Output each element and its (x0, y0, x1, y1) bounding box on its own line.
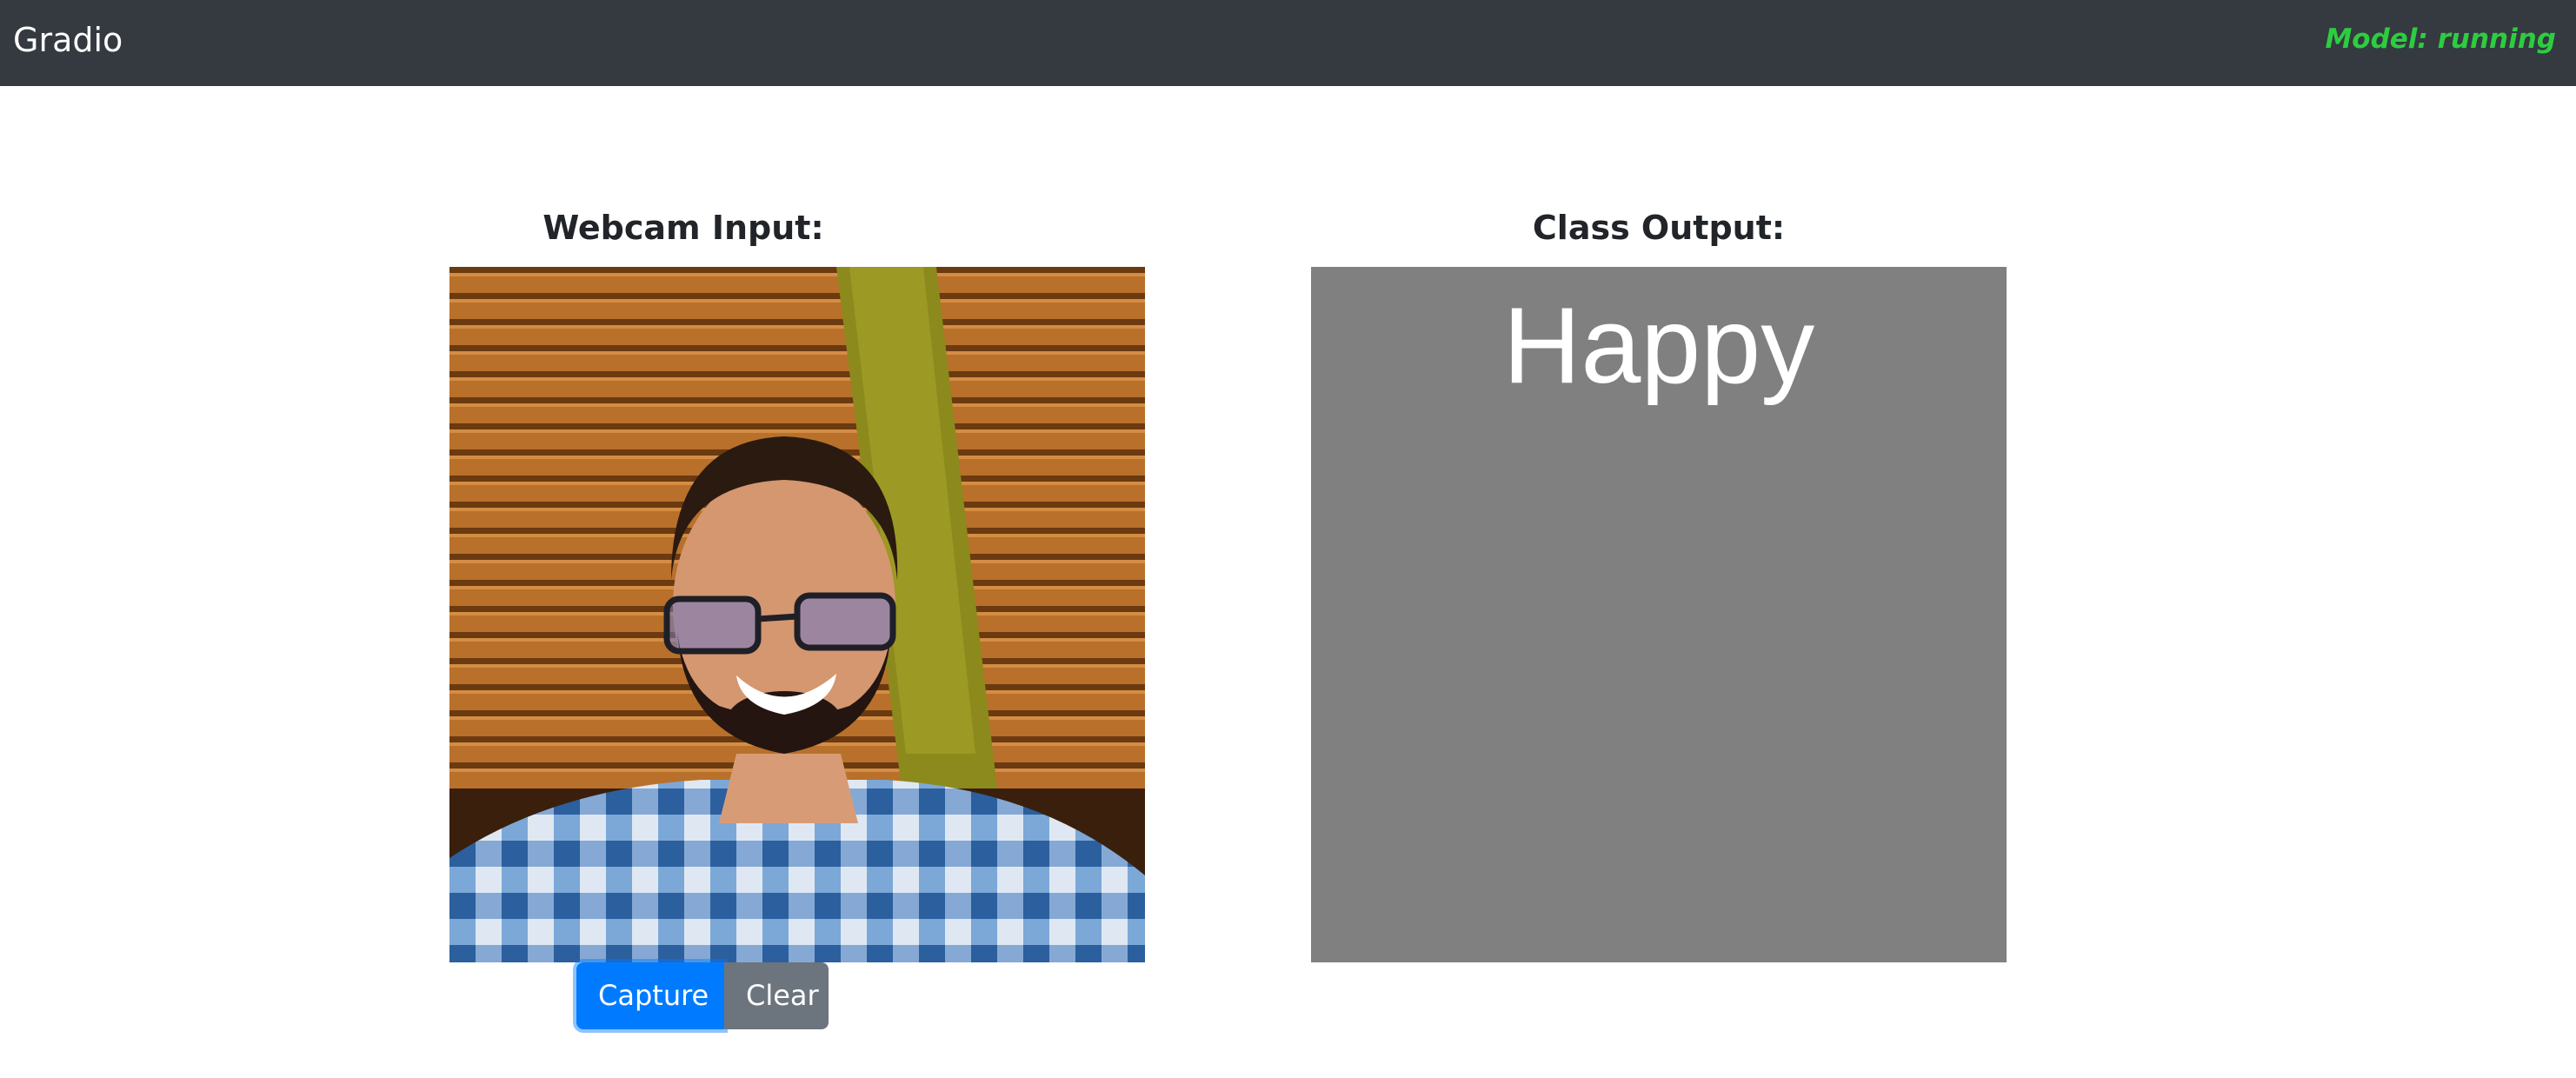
predicted-class-label: Happy (1502, 286, 1815, 406)
webcam-button-group: Capture Clear (576, 962, 829, 1029)
class-output-heading: Class Output: (1532, 209, 1786, 247)
top-navbar: Gradio Model: running (0, 0, 2576, 86)
brand-title[interactable]: Gradio (13, 0, 123, 86)
webcam-input-heading: Webcam Input: (542, 209, 824, 247)
capture-button[interactable]: Capture (576, 962, 724, 1029)
webcam-image (449, 267, 1145, 962)
clear-button[interactable]: Clear (724, 962, 829, 1029)
webcam-feed[interactable] (449, 267, 1145, 962)
class-output-panel: Happy (1311, 267, 2007, 962)
model-status: Model: running (2325, 23, 2556, 55)
